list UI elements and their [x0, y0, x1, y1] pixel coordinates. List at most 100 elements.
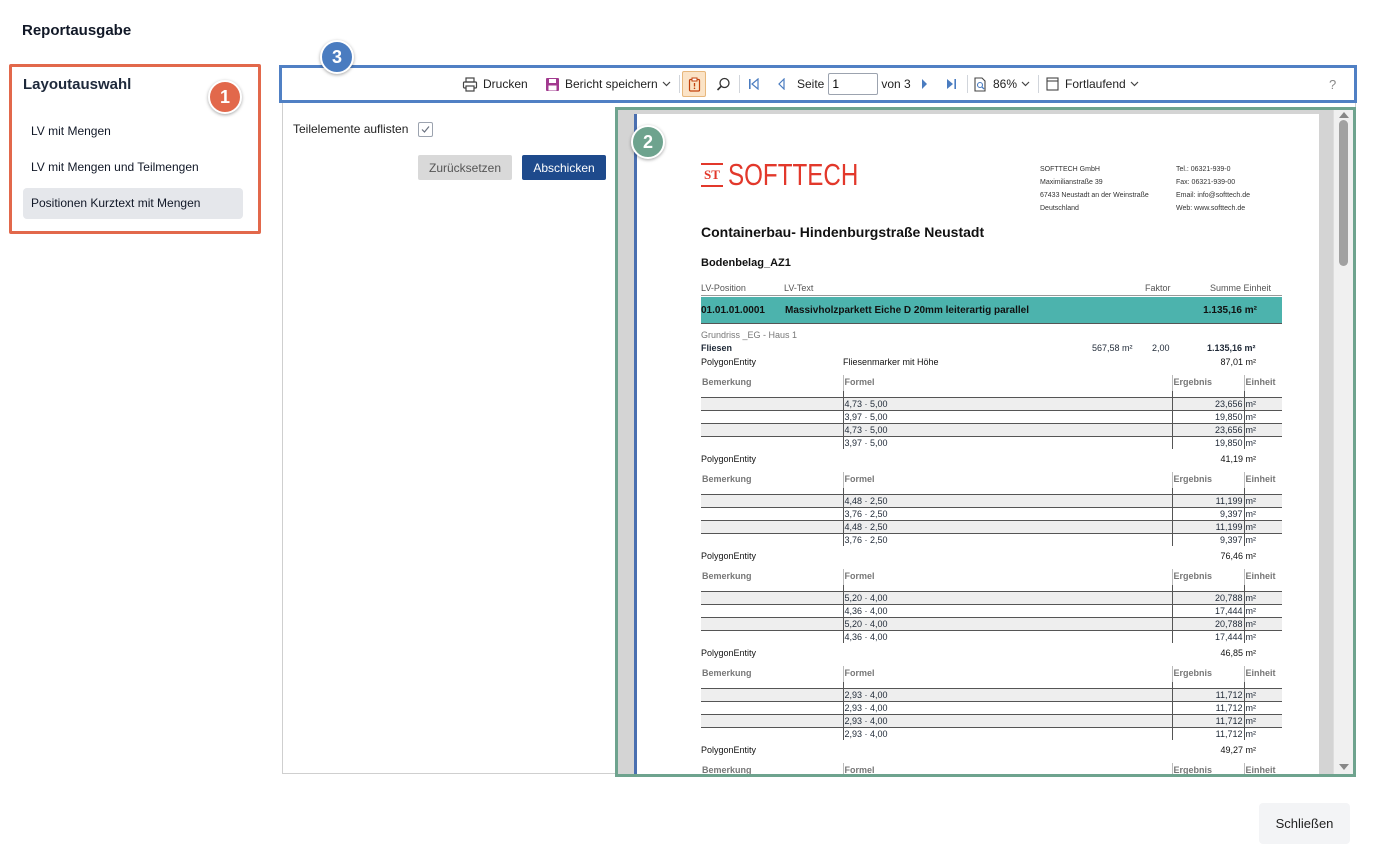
help-button[interactable]: ?	[1329, 68, 1336, 100]
col-sum-unit: Summe Einheit	[1210, 283, 1272, 293]
area-factor: 2,00	[1152, 343, 1170, 353]
table-row: 4,48 · 2,50 11,199 m²	[701, 493, 1282, 507]
page-total: von 3	[881, 77, 911, 91]
col-unit: Einheit	[1245, 765, 1276, 775]
col-remark: Bemerkung	[701, 763, 844, 774]
cell-remark	[701, 590, 844, 604]
table-row: 3,97 · 5,00 19,850 m²	[701, 435, 1282, 449]
cell-unit: m²	[1244, 506, 1282, 520]
cell-formula: 4,73 · 5,00	[843, 422, 1173, 436]
view-mode-icon	[1046, 77, 1059, 91]
cell-formula: 2,93 · 4,00	[843, 700, 1173, 714]
cell-unit: m²	[1244, 603, 1282, 617]
cell-result: 11,712	[1172, 687, 1245, 701]
softtech-logo: ST SOFTTECH	[701, 159, 895, 190]
badge-one: 1	[208, 80, 242, 114]
table-row: 3,76 · 2,50 9,397 m²	[701, 506, 1282, 520]
layout-item-positionen-kurztext[interactable]: Positionen Kurztext mit Mengen	[23, 188, 243, 219]
report-preview[interactable]: ST SOFTTECH SOFTTECH GmbH Maximilianstraß…	[615, 107, 1356, 777]
layout-item-lv-mit-mengen-und-teilmengen[interactable]: LV mit Mengen und Teilmengen	[23, 152, 243, 183]
cell-unit: m²	[1244, 629, 1282, 643]
list-subelements-checkbox[interactable]	[418, 122, 433, 137]
cell-remark	[701, 532, 844, 546]
cell-unit: m²	[1244, 726, 1282, 740]
cell-unit: m²	[1244, 435, 1282, 449]
scroll-thumb[interactable]	[1339, 120, 1348, 266]
measurement-table: Bemerkung Formel Ergebnis Einheit 4,48 · 2,5…	[701, 472, 1282, 546]
col-unit: Einheit	[1245, 474, 1276, 484]
area-sum: 1.135,16 m²	[1207, 343, 1256, 353]
next-page-icon	[920, 78, 929, 90]
zoom-icon	[974, 76, 987, 92]
cell-unit: m²	[1244, 700, 1282, 714]
chevron-down-icon	[662, 81, 671, 87]
cell-unit: m²	[1244, 396, 1282, 410]
entity-total: 41,19 m²	[1220, 454, 1256, 464]
table-row: 2,93 · 4,00 11,712 m²	[701, 713, 1282, 727]
cell-result: 11,712	[1172, 700, 1245, 714]
position-number: 01.01.01.0001	[701, 305, 765, 316]
cell-unit: m²	[1244, 519, 1282, 533]
first-page-button[interactable]	[748, 68, 759, 100]
col-formula: Formel	[843, 569, 1173, 585]
close-button[interactable]: Schließen	[1259, 803, 1350, 844]
chevron-down-icon	[1021, 81, 1030, 87]
cell-remark	[701, 629, 844, 643]
cell-remark	[701, 726, 844, 740]
last-page-button[interactable]	[946, 68, 957, 100]
entity-total: 49,27 m²	[1220, 745, 1256, 755]
badge-three: 3	[320, 40, 354, 74]
list-subelements-label: Teilelemente auflisten	[293, 122, 409, 136]
col-result: Ergebnis	[1172, 569, 1245, 585]
cell-formula: 5,20 · 4,00	[843, 616, 1173, 630]
cell-remark	[701, 396, 844, 410]
cell-unit: m²	[1244, 616, 1282, 630]
page-number-input[interactable]	[828, 73, 879, 95]
save-report-button[interactable]: Bericht speichern	[545, 68, 671, 100]
layout-heading: Layoutauswahl	[23, 76, 132, 93]
next-page-button[interactable]	[920, 68, 929, 100]
layout-item-lv-mit-mengen[interactable]: LV mit Mengen	[23, 116, 243, 147]
print-button[interactable]: Drucken	[462, 68, 528, 100]
previous-page-button[interactable]	[777, 68, 786, 100]
view-mode-label: Fortlaufend	[1065, 77, 1126, 91]
search-button[interactable]	[716, 68, 731, 100]
entity-name: PolygonEntity	[701, 648, 757, 658]
entity-row: PolygonEntity 46,85 m²	[701, 648, 1282, 658]
cell-remark	[701, 409, 844, 423]
cell-result: 9,397	[1172, 506, 1245, 520]
col-formula: Formel	[843, 472, 1173, 488]
position-sum: 1.135,16 m²	[1203, 305, 1257, 316]
check-icon	[421, 126, 430, 133]
cell-formula: 2,93 · 4,00	[843, 726, 1173, 740]
cell-formula: 4,36 · 4,00	[843, 629, 1173, 643]
reset-button[interactable]: Zurücksetzen	[418, 155, 512, 180]
cell-result: 11,199	[1172, 519, 1245, 533]
save-report-label: Bericht speichern	[565, 77, 658, 91]
cell-result: 17,444	[1172, 629, 1245, 643]
col-result: Ergebnis	[1172, 375, 1245, 391]
cell-formula: 4,73 · 5,00	[843, 396, 1173, 410]
cell-remark	[701, 700, 844, 714]
col-formula: Formel	[843, 375, 1173, 391]
table-row: 3,76 · 2,50 9,397 m²	[701, 532, 1282, 546]
cell-formula: 4,36 · 4,00	[843, 603, 1173, 617]
table-row: 4,36 · 4,00 17,444 m²	[701, 629, 1282, 643]
col-result: Ergebnis	[1172, 763, 1245, 774]
cell-remark	[701, 435, 844, 449]
cell-unit: m²	[1244, 687, 1282, 701]
entity-total: 87,01 m²	[1220, 357, 1256, 367]
table-row: 5,20 · 4,00 20,788 m²	[701, 590, 1282, 604]
cell-remark	[701, 616, 844, 630]
clipboard-button[interactable]	[682, 71, 706, 97]
preview-scrollbar[interactable]	[1333, 110, 1353, 774]
table-row: 4,73 · 5,00 23,656 m²	[701, 396, 1282, 410]
previous-page-icon	[777, 78, 786, 90]
view-mode-dropdown[interactable]: Fortlaufend	[1046, 68, 1139, 100]
cell-formula: 3,97 · 5,00	[843, 435, 1173, 449]
zoom-dropdown[interactable]: 86%	[974, 68, 1030, 100]
print-label: Drucken	[483, 77, 528, 91]
cell-unit: m²	[1244, 590, 1282, 604]
area-name: Fliesen	[701, 343, 733, 353]
submit-button[interactable]: Abschicken	[522, 155, 606, 180]
